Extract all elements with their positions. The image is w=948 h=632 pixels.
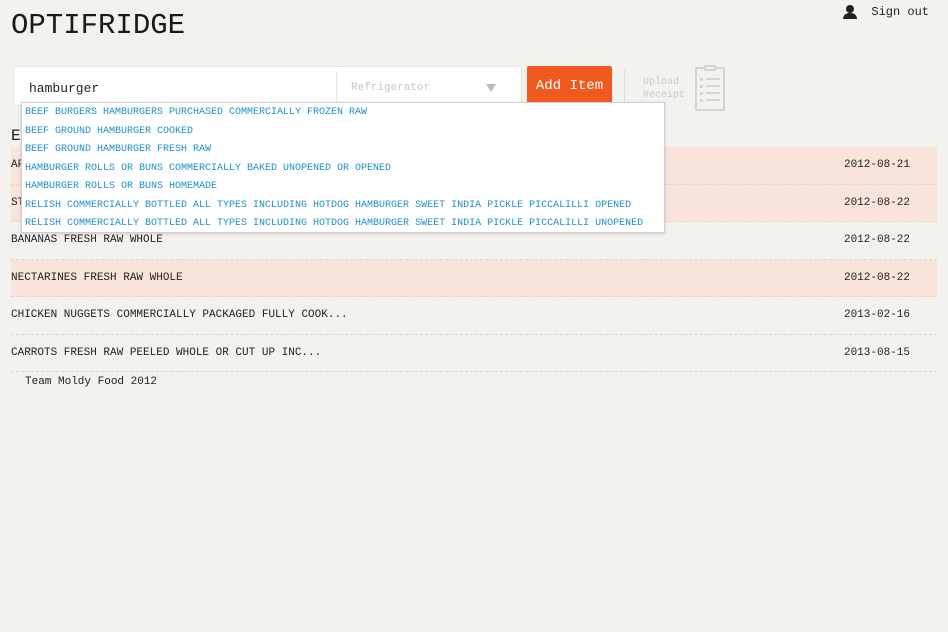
location-select-label: Refrigerator (351, 81, 431, 94)
list-header: E (11, 127, 21, 145)
suggestion-item[interactable]: HAMBURGER ROLLS OR BUNS HOMEMADE (22, 178, 664, 197)
upload-receipt-label: Upload Receipt (643, 77, 686, 101)
suggestion-item[interactable]: BEEF GROUND HAMBURGER FRESH RAW (22, 141, 664, 160)
item-name: NECTARINES FRESH RAW WHOLE (11, 271, 183, 284)
item-name: BANANAS FRESH RAW WHOLE (11, 234, 163, 247)
clipboard-icon (695, 65, 725, 111)
sign-out-link[interactable]: Sign out (843, 5, 929, 19)
item-date: 2012-08-22 (843, 234, 910, 247)
table-row[interactable]: NECTARINES FRESH RAW WHOLE 2012-08-22 (11, 259, 937, 297)
item-date: 2013-08-15 (843, 346, 910, 359)
user-icon (843, 5, 858, 19)
table-row[interactable]: CARROTS FRESH RAW PEELED WHOLE OR CUT UP… (11, 335, 937, 372)
suggestion-item[interactable]: BEEF GROUND HAMBURGER COOKED (22, 123, 664, 142)
item-name: CARROTS FRESH RAW PEELED WHOLE OR CUT UP… (11, 346, 322, 359)
chevron-down-icon (486, 83, 496, 92)
search-box: Refrigerator (13, 66, 522, 107)
suggestion-item[interactable]: BEEF BURGERS HAMBURGERS PURCHASED COMMER… (22, 104, 664, 123)
add-item-button[interactable]: Add Item (527, 66, 612, 106)
suggestion-item[interactable]: RELISH COMMERCIALLY BOTTLED ALL TYPES IN… (22, 197, 664, 216)
table-row[interactable]: CHICKEN NUGGETS COMMERCIALLY PACKAGED FU… (11, 297, 937, 335)
item-date: 2012-08-22 (843, 271, 910, 284)
footer-text: Team Moldy Food 2012 (25, 376, 158, 388)
suggestion-item[interactable]: RELISH COMMERCIALLY BOTTLED ALL TYPES IN… (22, 215, 664, 234)
app-title: OPTIFRIDGE (11, 9, 186, 42)
item-date: 2012-08-22 (843, 196, 910, 209)
location-select[interactable]: Refrigerator (336, 71, 510, 104)
suggestion-item[interactable]: HAMBURGER ROLLS OR BUNS COMMERCIALLY BAK… (22, 160, 664, 179)
sign-out-label: Sign out (871, 5, 929, 19)
search-input[interactable] (14, 67, 336, 107)
item-date: 2013-02-16 (843, 309, 910, 322)
item-date: 2012-08-21 (843, 159, 910, 172)
autocomplete-dropdown: BEEF BURGERS HAMBURGERS PURCHASED COMMER… (21, 102, 665, 233)
item-name: CHICKEN NUGGETS COMMERCIALLY PACKAGED FU… (11, 309, 348, 322)
